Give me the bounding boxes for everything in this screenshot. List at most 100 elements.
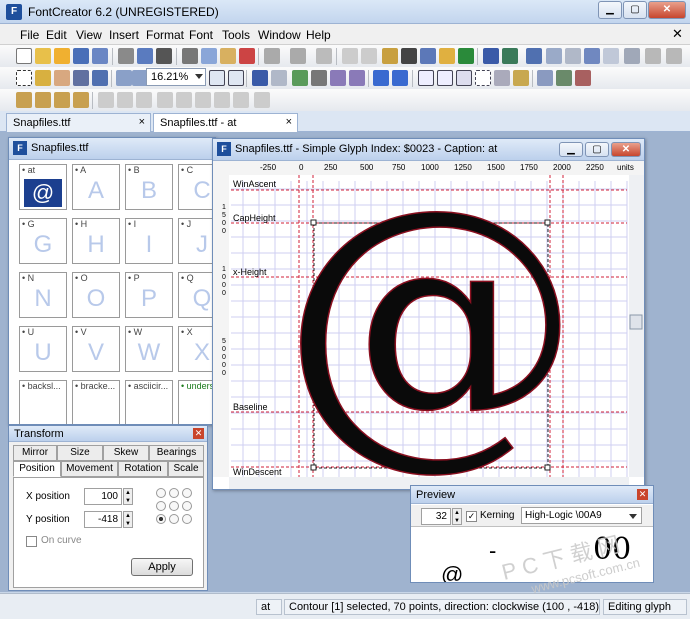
anchor-radio-top-right[interactable] [182, 488, 192, 498]
glyph-cell[interactable]: • asciicir... [125, 380, 173, 424]
align-right-icon[interactable] [54, 92, 70, 108]
close-button[interactable]: ✕ [611, 142, 641, 157]
tab-movement[interactable]: Movement [61, 461, 118, 477]
anchor-radio-bottom-center[interactable] [169, 514, 179, 524]
maximize-button[interactable]: ▢ [585, 142, 609, 157]
split-icon[interactable] [233, 92, 249, 108]
redo-icon[interactable] [290, 48, 306, 64]
grid-icon[interactable] [418, 70, 434, 86]
lasso-icon[interactable] [35, 70, 51, 86]
glyph-cell[interactable]: • BB [125, 164, 173, 210]
menu-file[interactable]: File [20, 28, 39, 42]
minimize-button[interactable]: ▁ [559, 142, 583, 157]
paste-icon[interactable] [220, 48, 236, 64]
merge-icon[interactable] [214, 92, 230, 108]
menu-view[interactable]: View [76, 28, 102, 42]
x-position-spinner[interactable]: ▲ ▼ [123, 488, 133, 505]
metrics-icon[interactable] [382, 48, 398, 64]
anchor-radio-top-center[interactable] [169, 488, 179, 498]
align-center-icon[interactable] [35, 92, 51, 108]
zoom-selection-icon[interactable] [228, 70, 244, 86]
save-icon[interactable] [73, 48, 89, 64]
tab-glyph[interactable]: Snapfiles.ttf - at × [153, 113, 298, 133]
import-icon[interactable] [584, 48, 600, 64]
tab-scale[interactable]: Scale [168, 461, 204, 477]
x-position-input[interactable]: 100 [84, 488, 122, 505]
tab-rotation[interactable]: Rotation [118, 461, 168, 477]
curve-tool-icon[interactable] [311, 70, 327, 86]
glyph-cell-at[interactable]: • at @ [19, 164, 67, 210]
install-icon[interactable] [502, 48, 518, 64]
align-top-icon[interactable] [73, 92, 89, 108]
skew-icon[interactable] [195, 92, 211, 108]
snap-points-icon[interactable] [475, 70, 491, 86]
anchor-radio-top-left[interactable] [156, 488, 166, 498]
glyph-properties-icon[interactable] [361, 48, 377, 64]
apply-button[interactable]: Apply [131, 558, 193, 576]
glyph-cell[interactable]: • AA [72, 164, 120, 210]
next-glyph-icon[interactable] [392, 70, 408, 86]
image-tool-icon[interactable] [292, 70, 308, 86]
delete-icon[interactable] [239, 48, 255, 64]
test-font-icon[interactable] [483, 48, 499, 64]
menu-tools[interactable]: Tools [222, 28, 250, 42]
previous-glyph-icon[interactable] [373, 70, 389, 86]
undo-icon[interactable] [264, 48, 280, 64]
rectangle-tool-icon[interactable] [330, 70, 346, 86]
background-icon[interactable] [513, 70, 529, 86]
glyph-cell[interactable]: • W W [125, 326, 173, 372]
transform-icon[interactable] [537, 70, 553, 86]
reverse-icon[interactable] [254, 92, 270, 108]
glyph-canvas[interactable]: -250 0 250 500 750 1000 1250 1500 1750 2… [213, 161, 644, 489]
contours-icon[interactable] [575, 70, 591, 86]
anchor-radio-center[interactable] [169, 501, 179, 511]
close-tab-icon[interactable]: × [139, 116, 145, 128]
anchor-radio-middle-right[interactable] [182, 501, 192, 511]
tab-font[interactable]: Snapfiles.ttf × [6, 113, 151, 132]
anchor-radio-bottom-left[interactable] [156, 514, 166, 524]
preview-size-spinner[interactable]: ▲ ▼ [452, 508, 462, 525]
repeat-icon[interactable] [316, 48, 332, 64]
cut-icon[interactable] [182, 48, 198, 64]
save-all-icon[interactable] [92, 48, 108, 64]
settings-icon[interactable] [645, 48, 661, 64]
glyph-cell[interactable]: • PP [125, 272, 173, 318]
properties-icon[interactable] [342, 48, 358, 64]
validate-icon[interactable] [439, 48, 455, 64]
open-icon[interactable] [35, 48, 51, 64]
print-preview-icon[interactable] [137, 48, 153, 64]
guidelines-icon[interactable] [437, 70, 453, 86]
tab-bearings[interactable]: Bearings [149, 445, 204, 461]
y-position-input[interactable]: -418 [84, 511, 122, 528]
close-button[interactable]: ✕ [648, 1, 686, 19]
close-icon[interactable]: ✕ [637, 489, 648, 500]
tab-size[interactable]: Size [57, 445, 103, 461]
rotate-icon[interactable] [157, 92, 173, 108]
new-icon[interactable] [16, 48, 32, 64]
flip-icon[interactable] [136, 92, 152, 108]
preview-size-input[interactable]: 32 [421, 508, 451, 525]
tab-mirror[interactable]: Mirror [13, 445, 57, 461]
hand-icon[interactable] [54, 70, 70, 86]
on-curve-checkbox[interactable] [26, 536, 37, 547]
open-folder-icon[interactable] [54, 48, 70, 64]
find-icon[interactable] [156, 48, 172, 64]
align-left-icon[interactable] [16, 92, 32, 108]
minimize-button[interactable]: ▁ [598, 1, 622, 19]
refresh-icon[interactable] [603, 48, 619, 64]
menu-insert[interactable]: Insert [109, 28, 139, 42]
maximize-button[interactable]: ▢ [623, 1, 647, 19]
zoom-fit-icon[interactable] [209, 70, 225, 86]
anchor-radio-bottom-right[interactable] [182, 514, 192, 524]
menu-help[interactable]: Help [306, 28, 331, 42]
ellipse-tool-icon[interactable] [349, 70, 365, 86]
close-icon[interactable]: ✕ [193, 428, 204, 439]
glyph-cell[interactable]: • VV [72, 326, 120, 372]
text-icon[interactable] [420, 48, 436, 64]
hinting-icon[interactable] [401, 48, 417, 64]
metrics-lines-icon[interactable] [494, 70, 510, 86]
measure-icon[interactable] [73, 70, 89, 86]
tab-skew[interactable]: Skew [103, 445, 149, 461]
snap-grid-icon[interactable] [456, 70, 472, 86]
anchor-radio-middle-left[interactable] [156, 501, 166, 511]
